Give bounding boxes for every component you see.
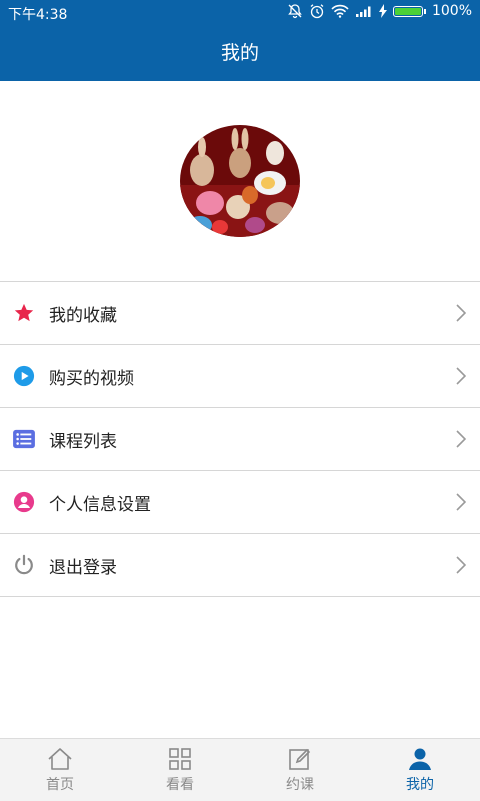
tab-label: 看看	[166, 777, 194, 793]
tab-label: 约课	[286, 777, 314, 793]
star-icon	[12, 301, 36, 325]
edit-icon	[289, 748, 311, 770]
battery-percent: 100%	[431, 3, 472, 19]
avatar-image	[180, 125, 300, 237]
charging-icon	[378, 4, 387, 18]
status-bar: 下午4:38 100%	[0, 0, 480, 26]
list-icon	[12, 427, 36, 451]
tab-home[interactable]: 首页	[0, 739, 120, 801]
chevron-right-icon	[456, 430, 466, 448]
menu-item-label: 个人信息设置	[49, 494, 151, 515]
menu-item-course-list[interactable]: 课程列表	[0, 408, 480, 471]
menu-item-favorites[interactable]: 我的收藏	[0, 282, 480, 345]
notification-off-icon	[288, 4, 302, 19]
menu-item-label: 购买的视频	[49, 368, 134, 389]
user-icon	[409, 748, 431, 770]
chevron-right-icon	[456, 367, 466, 385]
user-circle-icon	[12, 490, 36, 514]
battery-icon	[392, 5, 426, 17]
signal-icon	[355, 6, 371, 17]
tab-browse[interactable]: 看看	[120, 739, 240, 801]
status-time: 下午4:38	[8, 7, 68, 23]
power-icon	[12, 553, 36, 577]
chevron-right-icon	[456, 556, 466, 574]
grid-icon	[169, 748, 191, 770]
chevron-right-icon	[456, 493, 466, 511]
menu-item-label: 我的收藏	[49, 305, 117, 326]
menu-item-profile-settings[interactable]: 个人信息设置	[0, 471, 480, 534]
tab-label: 我的	[406, 777, 434, 793]
menu-item-logout[interactable]: 退出登录	[0, 534, 480, 597]
play-circle-icon	[12, 364, 36, 388]
page-title: 我的	[0, 26, 480, 81]
wifi-icon	[331, 4, 349, 18]
home-icon	[48, 748, 72, 770]
bottom-tab-bar: 首页 看看 约课 我的	[0, 738, 480, 801]
menu-item-label: 退出登录	[49, 557, 117, 578]
profile-header	[0, 81, 480, 281]
chevron-right-icon	[456, 304, 466, 322]
tab-mine[interactable]: 我的	[360, 739, 480, 801]
menu-item-label: 课程列表	[49, 431, 117, 452]
menu-item-purchased-videos[interactable]: 购买的视频	[0, 345, 480, 408]
settings-menu: 我的收藏 购买的视频 课程列表 个人信息设置 退出登录	[0, 281, 480, 597]
status-icons: 100%	[287, 3, 472, 19]
alarm-icon	[310, 4, 324, 19]
avatar[interactable]	[180, 125, 300, 237]
tab-label: 首页	[46, 777, 74, 793]
tab-booking[interactable]: 约课	[240, 739, 360, 801]
